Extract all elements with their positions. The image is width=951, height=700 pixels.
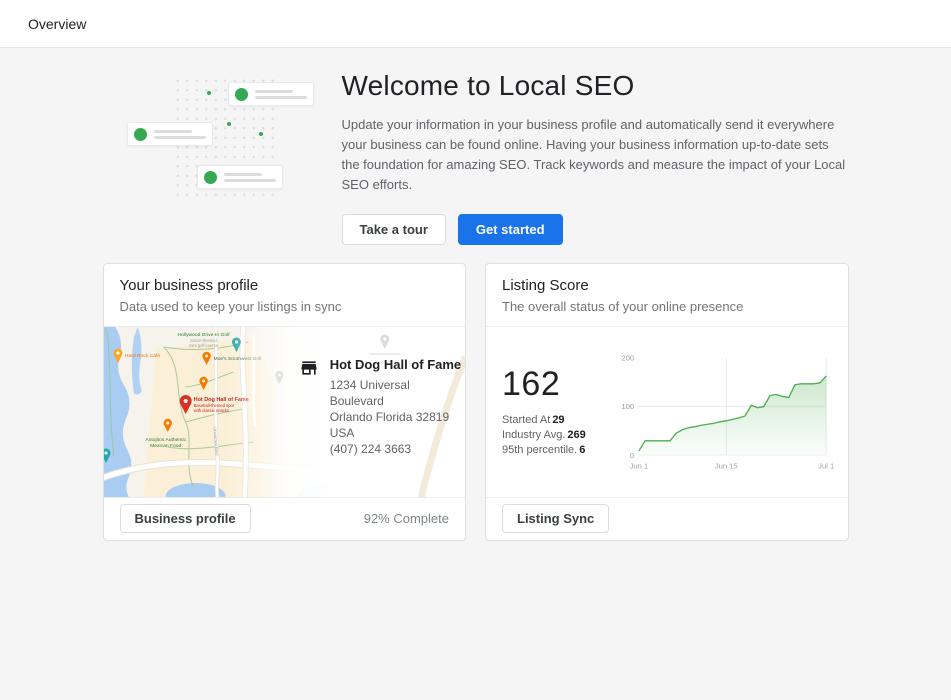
green-circle-icon (204, 171, 217, 184)
stat-value: 6 (579, 444, 585, 456)
business-card-footer: Business profile 92% Complete (104, 498, 466, 540)
text-lines-decoration (154, 130, 206, 139)
business-phone: (407) 224 3663 (330, 441, 465, 457)
business-profile-button[interactable]: Business profile (120, 504, 251, 533)
stat-value: 29 (552, 414, 564, 426)
stat-label: Started At (502, 414, 550, 426)
listing-score-chart: 0 100 200 Jun 1 Jun 15 Jul 1 (614, 343, 842, 479)
hero-buttons: Take a tour Get started (342, 214, 849, 245)
business-address-line: 1234 Universal Boulevard (330, 377, 465, 409)
green-circle-icon (235, 88, 248, 101)
business-map-area: Hollywood Drive-In Golf Movie-themed min… (104, 327, 466, 497)
page-title: Overview (28, 16, 86, 32)
business-details: Hot Dog Hall of Fame 1234 Universal Boul… (330, 357, 465, 457)
svg-text:Jun 1: Jun 1 (630, 461, 649, 470)
listing-score-card: Listing Score The overall status of your… (485, 263, 849, 541)
score-stats: Started At29 Industry Avg.269 95th perce… (502, 413, 614, 458)
svg-text:0: 0 (630, 450, 634, 459)
business-info-block: Hot Dog Hall of Fame 1234 Universal Boul… (299, 357, 465, 457)
svg-text:200: 200 (621, 353, 634, 362)
business-name: Hot Dog Hall of Fame (330, 357, 465, 372)
score-card-title: Listing Score (502, 277, 832, 294)
stat-label: 95th percentile. (502, 444, 577, 456)
illustration-listing-chip (127, 122, 213, 146)
green-dot-decoration (227, 122, 231, 126)
illustration-listing-chip (197, 165, 283, 189)
hero-text-block: Welcome to Local SEO Update your informa… (332, 62, 849, 245)
storefront-icon (299, 358, 319, 378)
main-content: Welcome to Local SEO Update your informa… (103, 48, 849, 541)
business-card-header: Your business profile Data used to keep … (104, 264, 466, 326)
score-media: 162 Started At29 Industry Avg.269 95th p… (486, 327, 848, 497)
stat-row: Started At29 (502, 413, 614, 428)
score-block: 162 Started At29 Industry Avg.269 95th p… (502, 337, 614, 497)
business-address-line: USA (330, 425, 465, 441)
text-lines-decoration (224, 173, 276, 182)
stat-row: Industry Avg.269 (502, 428, 614, 443)
score-card-footer: Listing Sync (486, 498, 848, 540)
hero-illustration (115, 62, 332, 202)
text-lines-decoration (255, 90, 307, 99)
hero-title: Welcome to Local SEO (342, 70, 849, 102)
stat-row: 95th percentile.6 (502, 443, 614, 458)
stat-value: 269 (567, 429, 585, 441)
green-circle-icon (134, 128, 147, 141)
profile-completion-status: 92% Complete (364, 511, 449, 526)
svg-text:Jul 1: Jul 1 (818, 461, 834, 470)
business-address-line: Orlando Florida 32819 (330, 409, 465, 425)
green-dot-decoration (207, 91, 211, 95)
get-started-button[interactable]: Get started (458, 214, 563, 245)
listing-sync-button[interactable]: Listing Sync (502, 504, 609, 533)
score-card-header: Listing Score The overall status of your… (486, 264, 848, 326)
stat-label: Industry Avg. (502, 429, 565, 441)
hero-description: Update your information in your business… (342, 115, 849, 196)
business-card-subtitle: Data used to keep your listings in sync (120, 299, 450, 314)
listing-score-value: 162 (502, 365, 614, 404)
topbar: Overview (0, 0, 951, 48)
hero-section: Welcome to Local SEO Update your informa… (103, 62, 849, 245)
illustration-listing-chip (228, 82, 314, 106)
business-profile-card: Your business profile Data used to keep … (103, 263, 467, 541)
cards-row: Your business profile Data used to keep … (103, 263, 849, 541)
svg-text:100: 100 (621, 402, 634, 411)
business-card-title: Your business profile (120, 277, 450, 294)
svg-text:Jun 15: Jun 15 (715, 461, 738, 470)
green-dot-decoration (259, 132, 263, 136)
take-a-tour-button[interactable]: Take a tour (342, 214, 446, 245)
score-card-subtitle: The overall status of your online presen… (502, 299, 832, 314)
